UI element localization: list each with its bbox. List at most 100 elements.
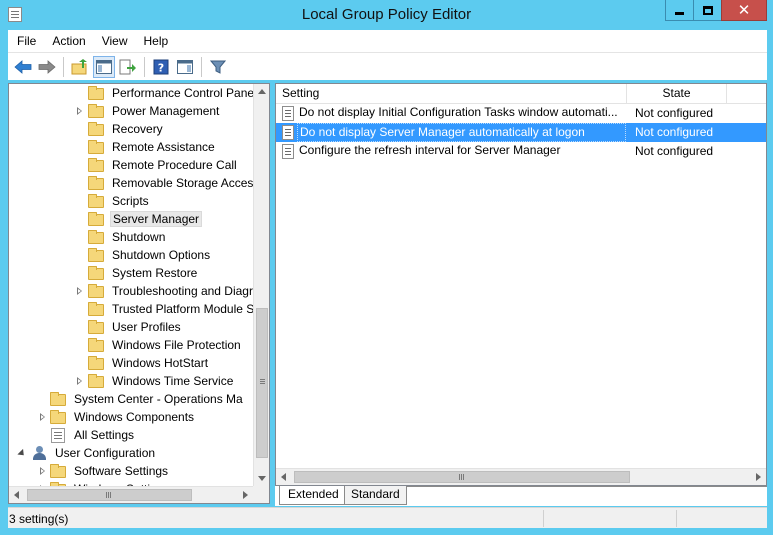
- close-button[interactable]: ✕: [721, 0, 767, 21]
- collapse-arrow-icon[interactable]: [17, 449, 26, 458]
- setting-name: Configure the refresh interval for Serve…: [299, 143, 561, 157]
- folder-icon: [88, 140, 104, 154]
- tree-item-label: Windows File Protection: [112, 338, 241, 352]
- maximize-icon: [702, 5, 713, 15]
- tab-standard[interactable]: Standard: [341, 486, 407, 505]
- folder-icon: [88, 338, 104, 352]
- tree-item-remote-assistance[interactable]: Remote Assistance: [9, 138, 253, 156]
- tree-item-recovery[interactable]: Recovery: [9, 120, 253, 138]
- up-folder-icon: [71, 58, 87, 74]
- show-hide-console-tree-button[interactable]: [93, 55, 115, 78]
- tree-item-shutdown[interactable]: Shutdown: [9, 228, 253, 246]
- toolbar: ?: [8, 52, 767, 80]
- status-text: 3 setting(s): [9, 512, 69, 526]
- tree-item-removable-storage-access[interactable]: Removable Storage Access: [9, 174, 259, 192]
- tree-item-windows-time-service[interactable]: Windows Time Service: [9, 372, 253, 390]
- tree-item-windows-hotstart[interactable]: Windows HotStart: [9, 354, 253, 372]
- status-divider: [543, 510, 544, 527]
- expand-arrow-icon[interactable]: [38, 467, 47, 476]
- title-bar[interactable]: Local Group Policy Editor ✕: [0, 0, 773, 30]
- menu-view[interactable]: View: [94, 34, 136, 48]
- up-one-level-button[interactable]: [69, 56, 91, 78]
- folder-icon: [88, 230, 104, 244]
- tree-item-all-settings[interactable]: All Settings: [9, 426, 253, 444]
- table-row[interactable]: Do not display Server Manager automatica…: [276, 123, 766, 142]
- settings-list[interactable]: Setting State Do not display Initial Con…: [275, 83, 767, 486]
- export-list-icon: [119, 59, 136, 74]
- scroll-left-arrow-icon[interactable]: [281, 473, 286, 481]
- tree-item-performance-control-panel[interactable]: Performance Control Panel: [9, 84, 257, 102]
- list-horizontal-scrollbar[interactable]: [276, 468, 766, 485]
- folder-icon: [88, 158, 104, 172]
- close-icon: ✕: [737, 2, 751, 19]
- tree-item-windows-components[interactable]: Windows Components: [9, 408, 253, 426]
- tree-item-shutdown-options[interactable]: Shutdown Options: [9, 246, 253, 264]
- expand-arrow-icon[interactable]: [75, 287, 84, 296]
- table-row[interactable]: Do not display Initial Configuration Tas…: [276, 104, 766, 123]
- tree-item-software-settings[interactable]: Software Settings: [9, 462, 253, 480]
- tree-item-server-manager[interactable]: Server Manager: [9, 210, 253, 228]
- scroll-left-arrow-icon[interactable]: [14, 491, 19, 499]
- tree-item-label: User Configuration: [55, 446, 156, 460]
- tree-item-label: Shutdown Options: [112, 248, 211, 262]
- tree-vertical-scrollbar[interactable]: [253, 84, 269, 486]
- table-row[interactable]: Configure the refresh interval for Serve…: [276, 142, 766, 161]
- forward-button[interactable]: [36, 56, 58, 78]
- tree-item-label: System Restore: [112, 266, 198, 280]
- tab-extended[interactable]: Extended: [279, 486, 345, 505]
- expand-arrow-icon[interactable]: [75, 107, 84, 116]
- tree-item-scripts[interactable]: Scripts: [9, 192, 253, 210]
- maximize-button[interactable]: [693, 0, 721, 21]
- forward-arrow-icon: [38, 59, 56, 74]
- back-button[interactable]: [12, 56, 34, 78]
- scroll-down-arrow-icon[interactable]: [258, 476, 266, 481]
- folder-icon: [88, 356, 104, 370]
- tree-item-troubleshooting-and-diagr[interactable]: Troubleshooting and Diagr: [9, 282, 253, 300]
- tree-item-label: Windows Time Service: [112, 374, 234, 388]
- show-hide-tree-icon: [96, 59, 112, 74]
- tree-horizontal-scrollbar[interactable]: [9, 486, 253, 503]
- grip-icon: [459, 474, 460, 480]
- tree-item-user-configuration[interactable]: User Configuration: [9, 444, 253, 462]
- tree-horizontal-scroll-thumb[interactable]: [27, 489, 192, 501]
- tree-item-user-profiles[interactable]: User Profiles: [9, 318, 253, 336]
- tree-item-windows-file-protection[interactable]: Windows File Protection: [9, 336, 253, 354]
- status-bar: 3 setting(s): [8, 507, 767, 528]
- folder-icon: [88, 176, 104, 190]
- list-horizontal-scroll-thumb[interactable]: [294, 471, 630, 483]
- tree-item-power-management[interactable]: Power Management: [9, 102, 253, 120]
- tree-item-label: Recovery: [112, 122, 163, 136]
- filter-button[interactable]: [207, 56, 229, 78]
- minimize-button[interactable]: [665, 0, 693, 21]
- menu-action[interactable]: Action: [44, 34, 93, 48]
- help-button[interactable]: ?: [150, 56, 172, 78]
- minimize-icon: [675, 11, 684, 15]
- folder-icon: [88, 194, 104, 208]
- column-header-setting[interactable]: Setting: [276, 84, 627, 104]
- folder-icon: [88, 320, 104, 334]
- export-list-button[interactable]: [117, 56, 139, 78]
- tree-item-system-restore[interactable]: System Restore: [9, 264, 253, 282]
- scroll-right-arrow-icon[interactable]: [243, 491, 248, 499]
- tree-vertical-scroll-thumb[interactable]: [256, 308, 268, 458]
- folder-icon: [88, 104, 104, 118]
- help-icon: ?: [153, 59, 169, 74]
- show-action-pane-button[interactable]: [174, 56, 196, 78]
- scroll-up-arrow-icon[interactable]: [258, 89, 266, 94]
- expand-arrow-icon[interactable]: [38, 413, 47, 422]
- setting-name: Do not display Initial Configuration Tas…: [299, 105, 618, 119]
- scroll-right-arrow-icon[interactable]: [756, 473, 761, 481]
- tree-item-system-center-operations-ma[interactable]: System Center - Operations Ma: [9, 390, 253, 408]
- column-header-state[interactable]: State: [627, 84, 727, 104]
- tree-item-remote-procedure-call[interactable]: Remote Procedure Call: [9, 156, 253, 174]
- console-tree[interactable]: Performance Control Panel Power Managemen…: [8, 83, 270, 504]
- menu-help[interactable]: Help: [136, 34, 177, 48]
- tree-item-label: Scripts: [112, 194, 149, 208]
- expand-arrow-icon[interactable]: [75, 377, 84, 386]
- setting-state: Not configured: [635, 106, 714, 120]
- user-icon: [32, 445, 48, 461]
- menu-file[interactable]: File: [8, 34, 44, 48]
- tree-item-trusted-platform-module-s[interactable]: Trusted Platform Module S: [9, 300, 254, 318]
- folder-icon: [88, 266, 104, 280]
- folder-icon: [88, 302, 104, 316]
